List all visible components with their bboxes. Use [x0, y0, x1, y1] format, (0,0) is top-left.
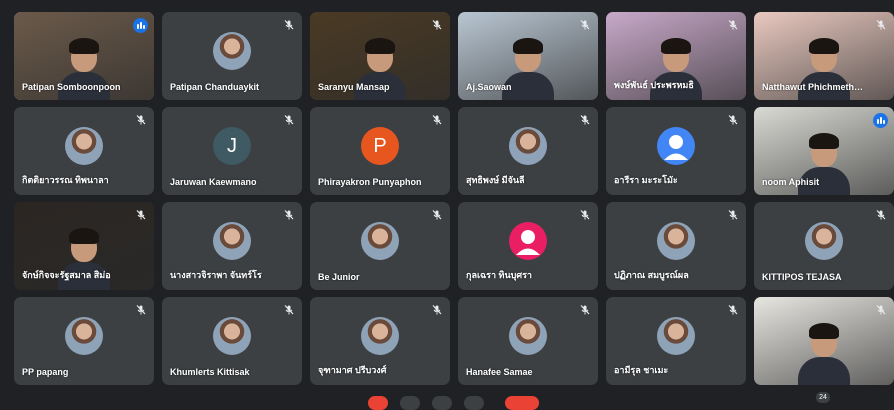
leave-call-button[interactable]	[505, 396, 539, 410]
person-silhouette	[798, 321, 850, 385]
participant-tile[interactable]: จุฑามาศ ปรีบวงศ์	[310, 297, 450, 385]
mic-off-icon	[875, 304, 887, 316]
participant-tile[interactable]: สุทธิพงษ์ มีจันลี	[458, 107, 598, 195]
present-button[interactable]	[464, 396, 484, 410]
participant-tile[interactable]: นางสาวจิราพา จันทร์โร	[162, 202, 302, 290]
participant-grid: Patipan Somboonpoon Patipan Chanduaykit Sa…	[14, 12, 894, 385]
participant-name: อารีรา มะระโมัะ	[614, 175, 678, 185]
mic-off-icon	[431, 209, 443, 221]
mic-off-icon	[579, 209, 591, 221]
captions-button[interactable]	[432, 396, 452, 410]
participant-name: Patipan Chanduaykit	[170, 82, 260, 92]
participant-name: นางสาวจิราพา จันทร์โร	[170, 270, 262, 280]
participants-count-badge[interactable]: 24	[816, 392, 830, 403]
mic-off-icon	[579, 114, 591, 126]
mic-off-icon	[283, 209, 295, 221]
participant-tile[interactable]: Aj.Saowan	[458, 12, 598, 100]
avatar-photo	[361, 221, 399, 260]
participant-name: Hanafee Samae	[466, 367, 533, 377]
participant-tile[interactable]: ปฏิภาณ สมบูรณ์ผล	[606, 202, 746, 290]
mic-off-icon	[875, 209, 887, 221]
mic-off-icon	[579, 304, 591, 316]
mic-off-icon	[283, 114, 295, 126]
participant-tile[interactable]: Saranyu Mansap	[310, 12, 450, 100]
participant-name: KITTIPOS TEJASA	[762, 272, 842, 282]
participant-name: Patipan Somboonpoon	[22, 82, 121, 92]
mic-off-icon	[283, 304, 295, 316]
participant-name: PP papang	[22, 367, 69, 377]
avatar-photo	[213, 221, 251, 260]
avatar-photo	[361, 316, 399, 355]
bottom-control-bar	[0, 395, 894, 410]
default-avatar-icon	[657, 126, 695, 165]
participant-tile[interactable]: กุลเฉรา ทินบุศรา	[458, 202, 598, 290]
mic-off-icon	[283, 19, 295, 31]
participant-tile[interactable]: อารีรา มะระโมัะ	[606, 107, 746, 195]
participant-tile[interactable]: จักษ์กิจจะรัฐสมาล สิม่อ	[14, 202, 154, 290]
mic-off-icon	[135, 209, 147, 221]
participant-name: Be Junior	[318, 272, 360, 282]
participant-name: จุฑามาศ ปรีบวงศ์	[318, 365, 387, 375]
speaking-indicator-icon	[133, 18, 148, 33]
mic-off-icon	[135, 304, 147, 316]
mic-off-icon	[727, 304, 739, 316]
participant-name: กุลเฉรา ทินบุศรา	[466, 270, 532, 280]
participant-tile[interactable]: Khumlerts Kittisak	[162, 297, 302, 385]
participant-name: Phirayakron Punyaphon	[318, 177, 422, 187]
participant-name: Aj.Saowan	[466, 82, 512, 92]
avatar-letter: P	[361, 126, 399, 165]
mic-off-icon	[135, 114, 147, 126]
participant-name: Jaruwan Kaewmano	[170, 177, 257, 187]
avatar-photo	[805, 221, 843, 260]
participant-tile[interactable]: พงษ์พันธ์ ประพรหมธิ	[606, 12, 746, 100]
participant-tile[interactable]: Patipan Chanduaykit	[162, 12, 302, 100]
avatar-photo	[657, 316, 695, 355]
speaking-indicator-icon	[873, 113, 888, 128]
participant-tile[interactable]	[754, 297, 894, 385]
mic-off-icon	[431, 304, 443, 316]
mic-off-icon	[727, 19, 739, 31]
participant-tile[interactable]: P Phirayakron Punyaphon	[310, 107, 450, 195]
participant-tile[interactable]: Patipan Somboonpoon	[14, 12, 154, 100]
participant-name: กิตติยาวรรณ ทิพนาลา	[22, 175, 109, 185]
mic-off-icon	[727, 209, 739, 221]
participant-tile[interactable]: J Jaruwan Kaewmano	[162, 107, 302, 195]
avatar-photo	[65, 126, 103, 165]
mic-off-icon	[875, 19, 887, 31]
participant-tile[interactable]: PP papang	[14, 297, 154, 385]
participant-name: พงษ์พันธ์ ประพรหมธิ	[614, 80, 694, 90]
participant-name: Natthawut Phichmethasata	[762, 82, 866, 92]
participant-tile[interactable]: อามีรุล ชาเมะ	[606, 297, 746, 385]
avatar-photo	[509, 316, 547, 355]
participant-name: สุทธิพงษ์ มีจันลี	[466, 175, 525, 185]
participant-tile[interactable]: Hanafee Samae	[458, 297, 598, 385]
avatar-photo	[213, 316, 251, 355]
mic-off-icon	[579, 19, 591, 31]
mic-off-icon	[431, 114, 443, 126]
participant-name: ปฏิภาณ สมบูรณ์ผล	[614, 270, 689, 280]
video-feed	[754, 297, 894, 385]
default-avatar-icon	[509, 221, 547, 260]
mic-toggle-button[interactable]	[368, 396, 388, 410]
avatar-photo	[509, 126, 547, 165]
avatar-photo	[65, 316, 103, 355]
participant-tile[interactable]: KITTIPOS TEJASA	[754, 202, 894, 290]
participant-name: noom Aphisit	[762, 177, 820, 187]
participant-tile[interactable]: Be Junior	[310, 202, 450, 290]
mic-off-icon	[431, 19, 443, 31]
participant-name: จักษ์กิจจะรัฐสมาล สิม่อ	[22, 270, 111, 280]
participant-tile[interactable]: Natthawut Phichmethasata	[754, 12, 894, 100]
camera-toggle-button[interactable]	[400, 396, 420, 410]
mic-off-icon	[727, 114, 739, 126]
participant-tile[interactable]: noom Aphisit	[754, 107, 894, 195]
avatar-photo	[213, 31, 251, 70]
participant-tile[interactable]: กิตติยาวรรณ ทิพนาลา	[14, 107, 154, 195]
participant-name: Saranyu Mansap	[318, 82, 390, 92]
avatar-photo	[657, 221, 695, 260]
participant-name: อามีรุล ชาเมะ	[614, 365, 669, 375]
avatar-letter: J	[213, 126, 251, 165]
participant-name: Khumlerts Kittisak	[170, 367, 250, 377]
